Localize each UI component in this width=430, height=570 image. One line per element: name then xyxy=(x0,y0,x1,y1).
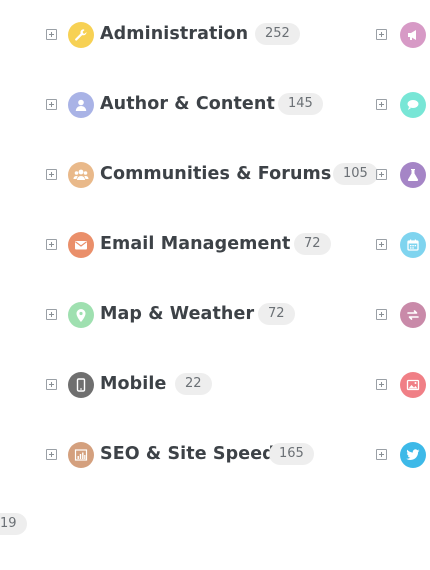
category-label[interactable]: Mobile xyxy=(100,374,166,394)
envelope-icon xyxy=(68,232,94,258)
category-row-map-weather[interactable]: Map & Weather 72 xyxy=(0,297,430,333)
category-label[interactable]: SEO & Site Speed xyxy=(100,444,275,464)
category-label[interactable]: Administration xyxy=(100,24,248,44)
expand-toggle[interactable] xyxy=(376,169,387,180)
expand-toggle[interactable] xyxy=(376,239,387,250)
group-icon xyxy=(68,162,94,188)
category-row-administration[interactable]: Administration 252 xyxy=(0,17,430,53)
expand-toggle[interactable] xyxy=(376,379,387,390)
category-label[interactable]: Communities & Forums xyxy=(100,164,331,184)
count-badge: 72 xyxy=(258,303,295,325)
expand-toggle[interactable] xyxy=(46,449,57,460)
count-badge: 252 xyxy=(255,23,300,45)
expand-toggle[interactable] xyxy=(46,239,57,250)
phone-icon xyxy=(68,372,94,398)
flask-icon xyxy=(400,162,426,188)
category-row-mobile[interactable]: Mobile 22 xyxy=(0,367,430,403)
expand-toggle[interactable] xyxy=(376,29,387,40)
count-badge: 72 xyxy=(294,233,331,255)
count-badge: 145 xyxy=(278,93,323,115)
category-label[interactable]: Author & Content xyxy=(100,94,275,114)
category-row-communities-forums[interactable]: Communities & Forums 105 xyxy=(0,157,430,193)
count-badge: 105 xyxy=(333,163,378,185)
image-icon xyxy=(400,372,426,398)
arrows-exchange-icon xyxy=(400,302,426,328)
expand-toggle[interactable] xyxy=(46,309,57,320)
user-icon xyxy=(68,92,94,118)
expand-toggle[interactable] xyxy=(376,449,387,460)
expand-toggle[interactable] xyxy=(376,309,387,320)
count-badge: 19 xyxy=(0,513,27,535)
category-label[interactable]: Map & Weather xyxy=(100,304,254,324)
chart-icon xyxy=(68,442,94,468)
expand-toggle[interactable] xyxy=(46,169,57,180)
category-row-email-management[interactable]: Email Management 72 xyxy=(0,227,430,263)
category-row-author-content[interactable]: Author & Content 145 xyxy=(0,87,430,123)
expand-toggle[interactable] xyxy=(46,99,57,110)
wrench-icon xyxy=(68,22,94,48)
map-pin-icon xyxy=(68,302,94,328)
megaphone-icon xyxy=(400,22,426,48)
count-badge: 22 xyxy=(175,373,212,395)
chat-bubble-icon xyxy=(400,92,426,118)
expand-toggle[interactable] xyxy=(46,379,57,390)
expand-toggle[interactable] xyxy=(46,29,57,40)
category-row-seo-site-speed[interactable]: SEO & Site Speed 165 xyxy=(0,437,430,473)
count-badge: 165 xyxy=(269,443,314,465)
calendar-icon xyxy=(400,232,426,258)
twitter-icon xyxy=(400,442,426,468)
category-label[interactable]: Email Management xyxy=(100,234,291,254)
expand-toggle[interactable] xyxy=(376,99,387,110)
